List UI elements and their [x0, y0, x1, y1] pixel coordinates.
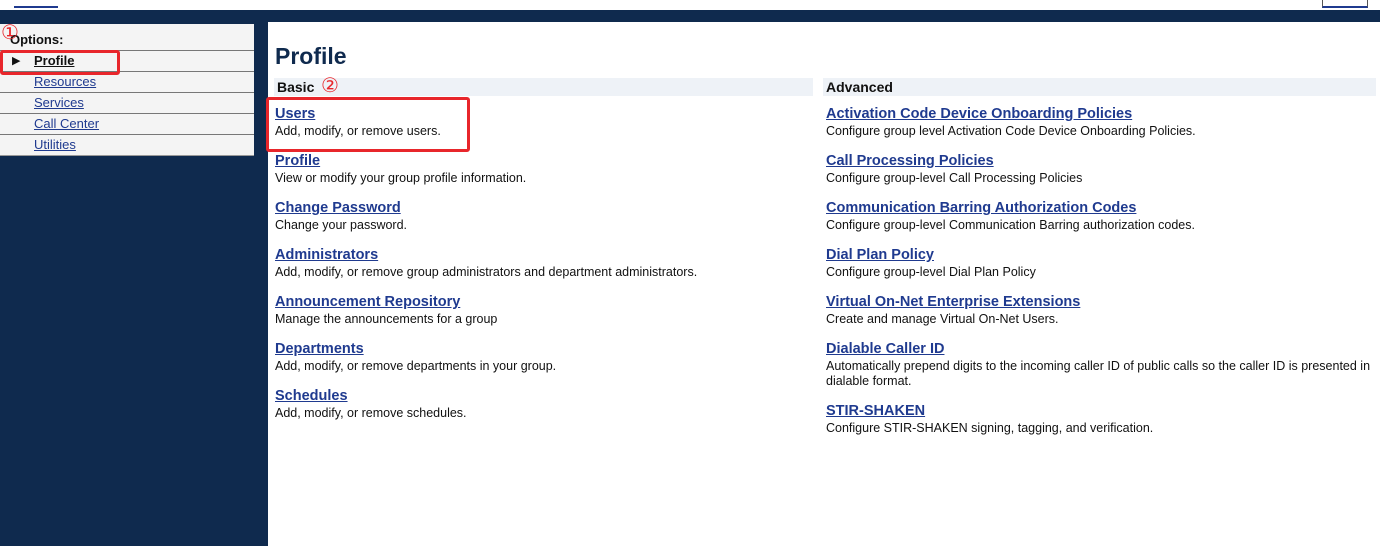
announcement-repository-link[interactable]: Announcement Repository	[275, 294, 815, 310]
item-description: Change your password.	[275, 218, 408, 232]
annotation-box-profile-nav	[0, 50, 120, 75]
item-description: Add, modify, or remove group administrat…	[275, 265, 698, 279]
communication-barring-codes-link[interactable]: Communication Barring Authorization Code…	[826, 200, 1371, 216]
list-item: STIR-SHAKEN Configure STIR-SHAKEN signin…	[826, 403, 1371, 436]
item-description: View or modify your group profile inform…	[275, 171, 527, 185]
list-item: Schedules Add, modify, or remove schedul…	[275, 388, 815, 421]
sidebar-item-label[interactable]: Services	[34, 95, 84, 110]
sidebar-item-resources[interactable]: Resources	[0, 72, 254, 93]
activation-code-onboarding-link[interactable]: Activation Code Device Onboarding Polici…	[826, 106, 1371, 122]
dial-plan-policy-link[interactable]: Dial Plan Policy	[826, 247, 1371, 263]
item-description: Manage the announcements for a group	[275, 312, 498, 326]
sidebar-item-label[interactable]: Call Center	[34, 116, 99, 131]
list-item: Dial Plan Policy Configure group-level D…	[826, 247, 1371, 280]
stir-shaken-link[interactable]: STIR-SHAKEN	[826, 403, 1371, 419]
list-item: Activation Code Device Onboarding Polici…	[826, 106, 1371, 139]
options-sidebar: Options: ▶ Profile Resources Services Ca…	[0, 24, 254, 156]
sidebar-item-label[interactable]: Utilities	[34, 137, 76, 152]
list-item: Call Processing Policies Configure group…	[826, 153, 1371, 186]
item-description: Configure group-level Call Processing Po…	[826, 171, 1083, 185]
advanced-header-label: Advanced	[826, 79, 893, 95]
change-password-link[interactable]: Change Password	[275, 200, 815, 216]
options-title: Options:	[0, 24, 254, 51]
departments-link[interactable]: Departments	[275, 341, 815, 357]
dialable-caller-id-link[interactable]: Dialable Caller ID	[826, 341, 1371, 357]
call-processing-policies-link[interactable]: Call Processing Policies	[826, 153, 1371, 169]
list-item: Announcement Repository Manage the annou…	[275, 294, 815, 327]
list-item: Profile View or modify your group profil…	[275, 153, 815, 186]
schedules-link[interactable]: Schedules	[275, 388, 815, 404]
item-description: Configure group-level Dial Plan Policy	[826, 265, 1036, 279]
item-description: Configure STIR-SHAKEN signing, tagging, …	[826, 421, 1154, 435]
basic-header-label: Basic	[277, 79, 315, 95]
sidebar-item-label[interactable]: Resources	[34, 74, 96, 89]
advanced-section-header: Advanced	[823, 78, 1376, 96]
item-description: Add, modify, or remove schedules.	[275, 406, 467, 420]
annotation-number-one: ①	[1, 20, 19, 44]
virtual-on-net-extensions-link[interactable]: Virtual On-Net Enterprise Extensions	[826, 294, 1371, 310]
sidebar-item-services[interactable]: Services	[0, 93, 254, 114]
list-item: Change Password Change your password.	[275, 200, 815, 233]
list-item: Communication Barring Authorization Code…	[826, 200, 1371, 233]
item-description: Configure group-level Communication Barr…	[826, 218, 1195, 232]
item-description: Configure group level Activation Code De…	[826, 124, 1196, 138]
top-strip	[0, 0, 1380, 10]
sidebar-item-utilities[interactable]: Utilities	[0, 135, 254, 155]
top-right-link-fragment[interactable]	[1322, 0, 1368, 8]
basic-column: Users Add, modify, or remove users. Prof…	[275, 106, 815, 435]
advanced-column: Activation Code Device Onboarding Polici…	[826, 106, 1371, 450]
list-item: Dialable Caller ID Automatically prepend…	[826, 341, 1371, 389]
item-description: Automatically prepend digits to the inco…	[826, 359, 1371, 388]
sidebar-item-call-center[interactable]: Call Center	[0, 114, 254, 135]
basic-section-header: Basic	[274, 78, 813, 96]
annotation-box-users	[266, 97, 470, 152]
item-description: Add, modify, or remove departments in yo…	[275, 359, 557, 373]
item-description: Create and manage Virtual On-Net Users.	[826, 312, 1059, 326]
list-item: Administrators Add, modify, or remove gr…	[275, 247, 815, 280]
top-left-link-fragment[interactable]	[14, 0, 58, 8]
top-navy-bar	[0, 10, 1380, 22]
annotation-number-two: ②	[321, 73, 339, 97]
administrators-link[interactable]: Administrators	[275, 247, 815, 263]
list-item: Departments Add, modify, or remove depar…	[275, 341, 815, 374]
list-item: Virtual On-Net Enterprise Extensions Cre…	[826, 294, 1371, 327]
page-title: Profile	[275, 43, 347, 69]
profile-link[interactable]: Profile	[275, 153, 815, 169]
